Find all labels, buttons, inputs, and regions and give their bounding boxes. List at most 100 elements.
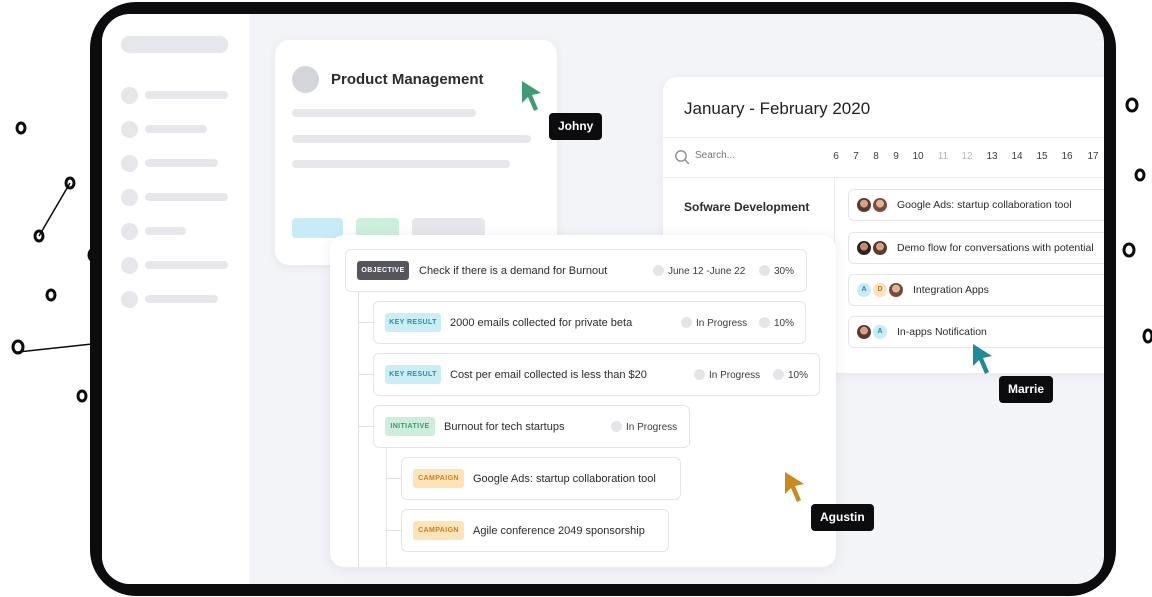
day-number[interactable]: 8 <box>866 151 886 162</box>
sidebar <box>102 14 249 584</box>
status-text: In Progress <box>696 318 748 329</box>
cursor-arrow-icon <box>973 344 992 374</box>
tree-connector <box>386 447 387 567</box>
avatar <box>873 198 887 212</box>
text-placeholder <box>292 160 510 168</box>
campaign-tag: CAMPAIGN <box>413 469 464 488</box>
status: In Progress <box>694 369 760 381</box>
progress: 10% <box>773 369 808 381</box>
sidebar-icon-placeholder[interactable] <box>121 189 138 206</box>
timeline-item-label: Demo flow for conversations with potenti… <box>897 242 1094 254</box>
sidebar-icon-placeholder[interactable] <box>121 121 138 138</box>
cursor-label-agustin: Agustin <box>811 504 874 531</box>
key-result-label: Cost per email collected is less than $2… <box>450 369 647 381</box>
initiative-row[interactable]: INITIATIVE Burnout for tech startups In … <box>373 405 690 448</box>
day-number[interactable]: 14 <box>1007 151 1027 162</box>
tree-connector <box>358 426 373 427</box>
key-result-label: 2000 emails collected for private beta <box>450 317 633 329</box>
day-number[interactable]: 16 <box>1057 151 1077 162</box>
date-range: June 12 -June 22 <box>668 266 746 277</box>
day-number[interactable]: 6 <box>826 151 846 162</box>
sidebar-label-placeholder[interactable] <box>145 295 218 303</box>
objective-tag: OBJECTIVE <box>357 261 409 280</box>
section-label: Sofware Development <box>684 200 810 214</box>
avatar: A <box>873 325 887 339</box>
initiative-tag: INITIATIVE <box>385 417 435 436</box>
progress-value: 10% <box>774 318 795 329</box>
key-result-tag: KEY RESULT <box>385 365 441 384</box>
progress-icon <box>759 317 770 328</box>
day-number[interactable]: 7 <box>846 151 866 162</box>
timeline-item-label: Google Ads: startup collaboration tool <box>897 199 1072 211</box>
tree-connector <box>386 478 401 479</box>
timeline-item[interactable]: A D Integration Apps <box>848 274 1104 306</box>
chip-placeholder[interactable] <box>292 218 343 238</box>
okr-tree-card: OBJECTIVE Check if there is a demand for… <box>330 235 836 567</box>
progress-icon <box>773 369 784 380</box>
avatar-placeholder <box>292 66 319 93</box>
campaign-label: Agile conference 2049 sponsorship <box>473 525 645 537</box>
status-icon <box>694 369 705 380</box>
day-number[interactable]: 9 <box>886 151 906 162</box>
day-number[interactable]: 10 <box>908 151 928 162</box>
campaign-row[interactable]: CAMPAIGN Agile conference 2049 sponsorsh… <box>401 509 669 552</box>
avatar <box>857 325 871 339</box>
timeline-item-label: Integration Apps <box>913 284 989 296</box>
avatar <box>873 241 887 255</box>
avatar <box>857 241 871 255</box>
status: In Progress <box>611 421 677 433</box>
sidebar-icon-placeholder[interactable] <box>121 155 138 172</box>
search-icon[interactable] <box>674 149 690 165</box>
sidebar-header-placeholder <box>121 36 228 53</box>
key-result-row[interactable]: KEY RESULT Cost per email collected is l… <box>373 353 820 396</box>
search-input[interactable] <box>695 150 795 161</box>
card-title: Product Management <box>331 71 484 88</box>
status-text: In Progress <box>709 370 761 381</box>
text-placeholder <box>292 135 531 143</box>
sidebar-label-placeholder[interactable] <box>145 193 228 201</box>
day-number[interactable]: 13 <box>982 151 1002 162</box>
cursor-arrow-icon <box>785 472 804 502</box>
day-number[interactable]: 15 <box>1032 151 1052 162</box>
tablet-device-frame: Product Management January - February 20… <box>90 2 1116 596</box>
timeline-item-label: In-apps Notification <box>897 326 987 338</box>
calendar-title: January - February 2020 <box>684 99 871 118</box>
tree-connector <box>386 530 401 531</box>
cursor-label-johny: Johny <box>549 113 603 140</box>
sidebar-label-placeholder[interactable] <box>145 261 228 269</box>
timeline-item[interactable]: Demo flow for conversations with potenti… <box>848 232 1104 264</box>
status-icon <box>611 421 622 432</box>
timeline-item[interactable]: Google Ads: startup collaboration tool <box>848 189 1104 221</box>
sidebar-icon-placeholder[interactable] <box>121 87 138 104</box>
app-screen: Product Management January - February 20… <box>102 14 1104 584</box>
progress-icon <box>759 265 770 276</box>
day-number[interactable]: 17 <box>1083 151 1103 162</box>
tree-connector <box>358 374 373 375</box>
cursor-arrow-icon <box>522 81 541 111</box>
sidebar-label-placeholder[interactable] <box>145 91 228 99</box>
campaign-row[interactable]: CAMPAIGN Google Ads: startup collaborati… <box>401 457 681 500</box>
progress: 10% <box>759 317 794 329</box>
key-result-row[interactable]: KEY RESULT 2000 emails collected for pri… <box>373 301 806 344</box>
sidebar-icon-placeholder[interactable] <box>121 223 138 240</box>
tree-connector <box>358 291 359 567</box>
text-placeholder <box>292 109 476 117</box>
initiative-label: Burnout for tech startups <box>444 421 565 433</box>
sidebar-label-placeholder[interactable] <box>145 159 218 167</box>
product-management-card[interactable]: Product Management <box>275 40 557 265</box>
sidebar-label-placeholder[interactable] <box>145 227 186 235</box>
day-number[interactable]: 12 <box>957 151 977 162</box>
sidebar-icon-placeholder[interactable] <box>121 257 138 274</box>
avatar <box>889 283 903 297</box>
tree-connector <box>358 322 373 323</box>
objective-progress: 30% <box>759 265 794 277</box>
objective-row[interactable]: OBJECTIVE Check if there is a demand for… <box>345 249 807 292</box>
campaign-tag: CAMPAIGN <box>413 521 464 540</box>
sidebar-label-placeholder[interactable] <box>145 125 207 133</box>
sidebar-icon-placeholder[interactable] <box>121 291 138 308</box>
status-icon <box>681 317 692 328</box>
calendar-icon <box>653 265 664 276</box>
cursor-label-marrie: Marrie <box>999 376 1054 403</box>
day-number[interactable]: 11 <box>933 151 953 162</box>
objective-label: Check if there is a demand for Burnout <box>419 265 608 277</box>
